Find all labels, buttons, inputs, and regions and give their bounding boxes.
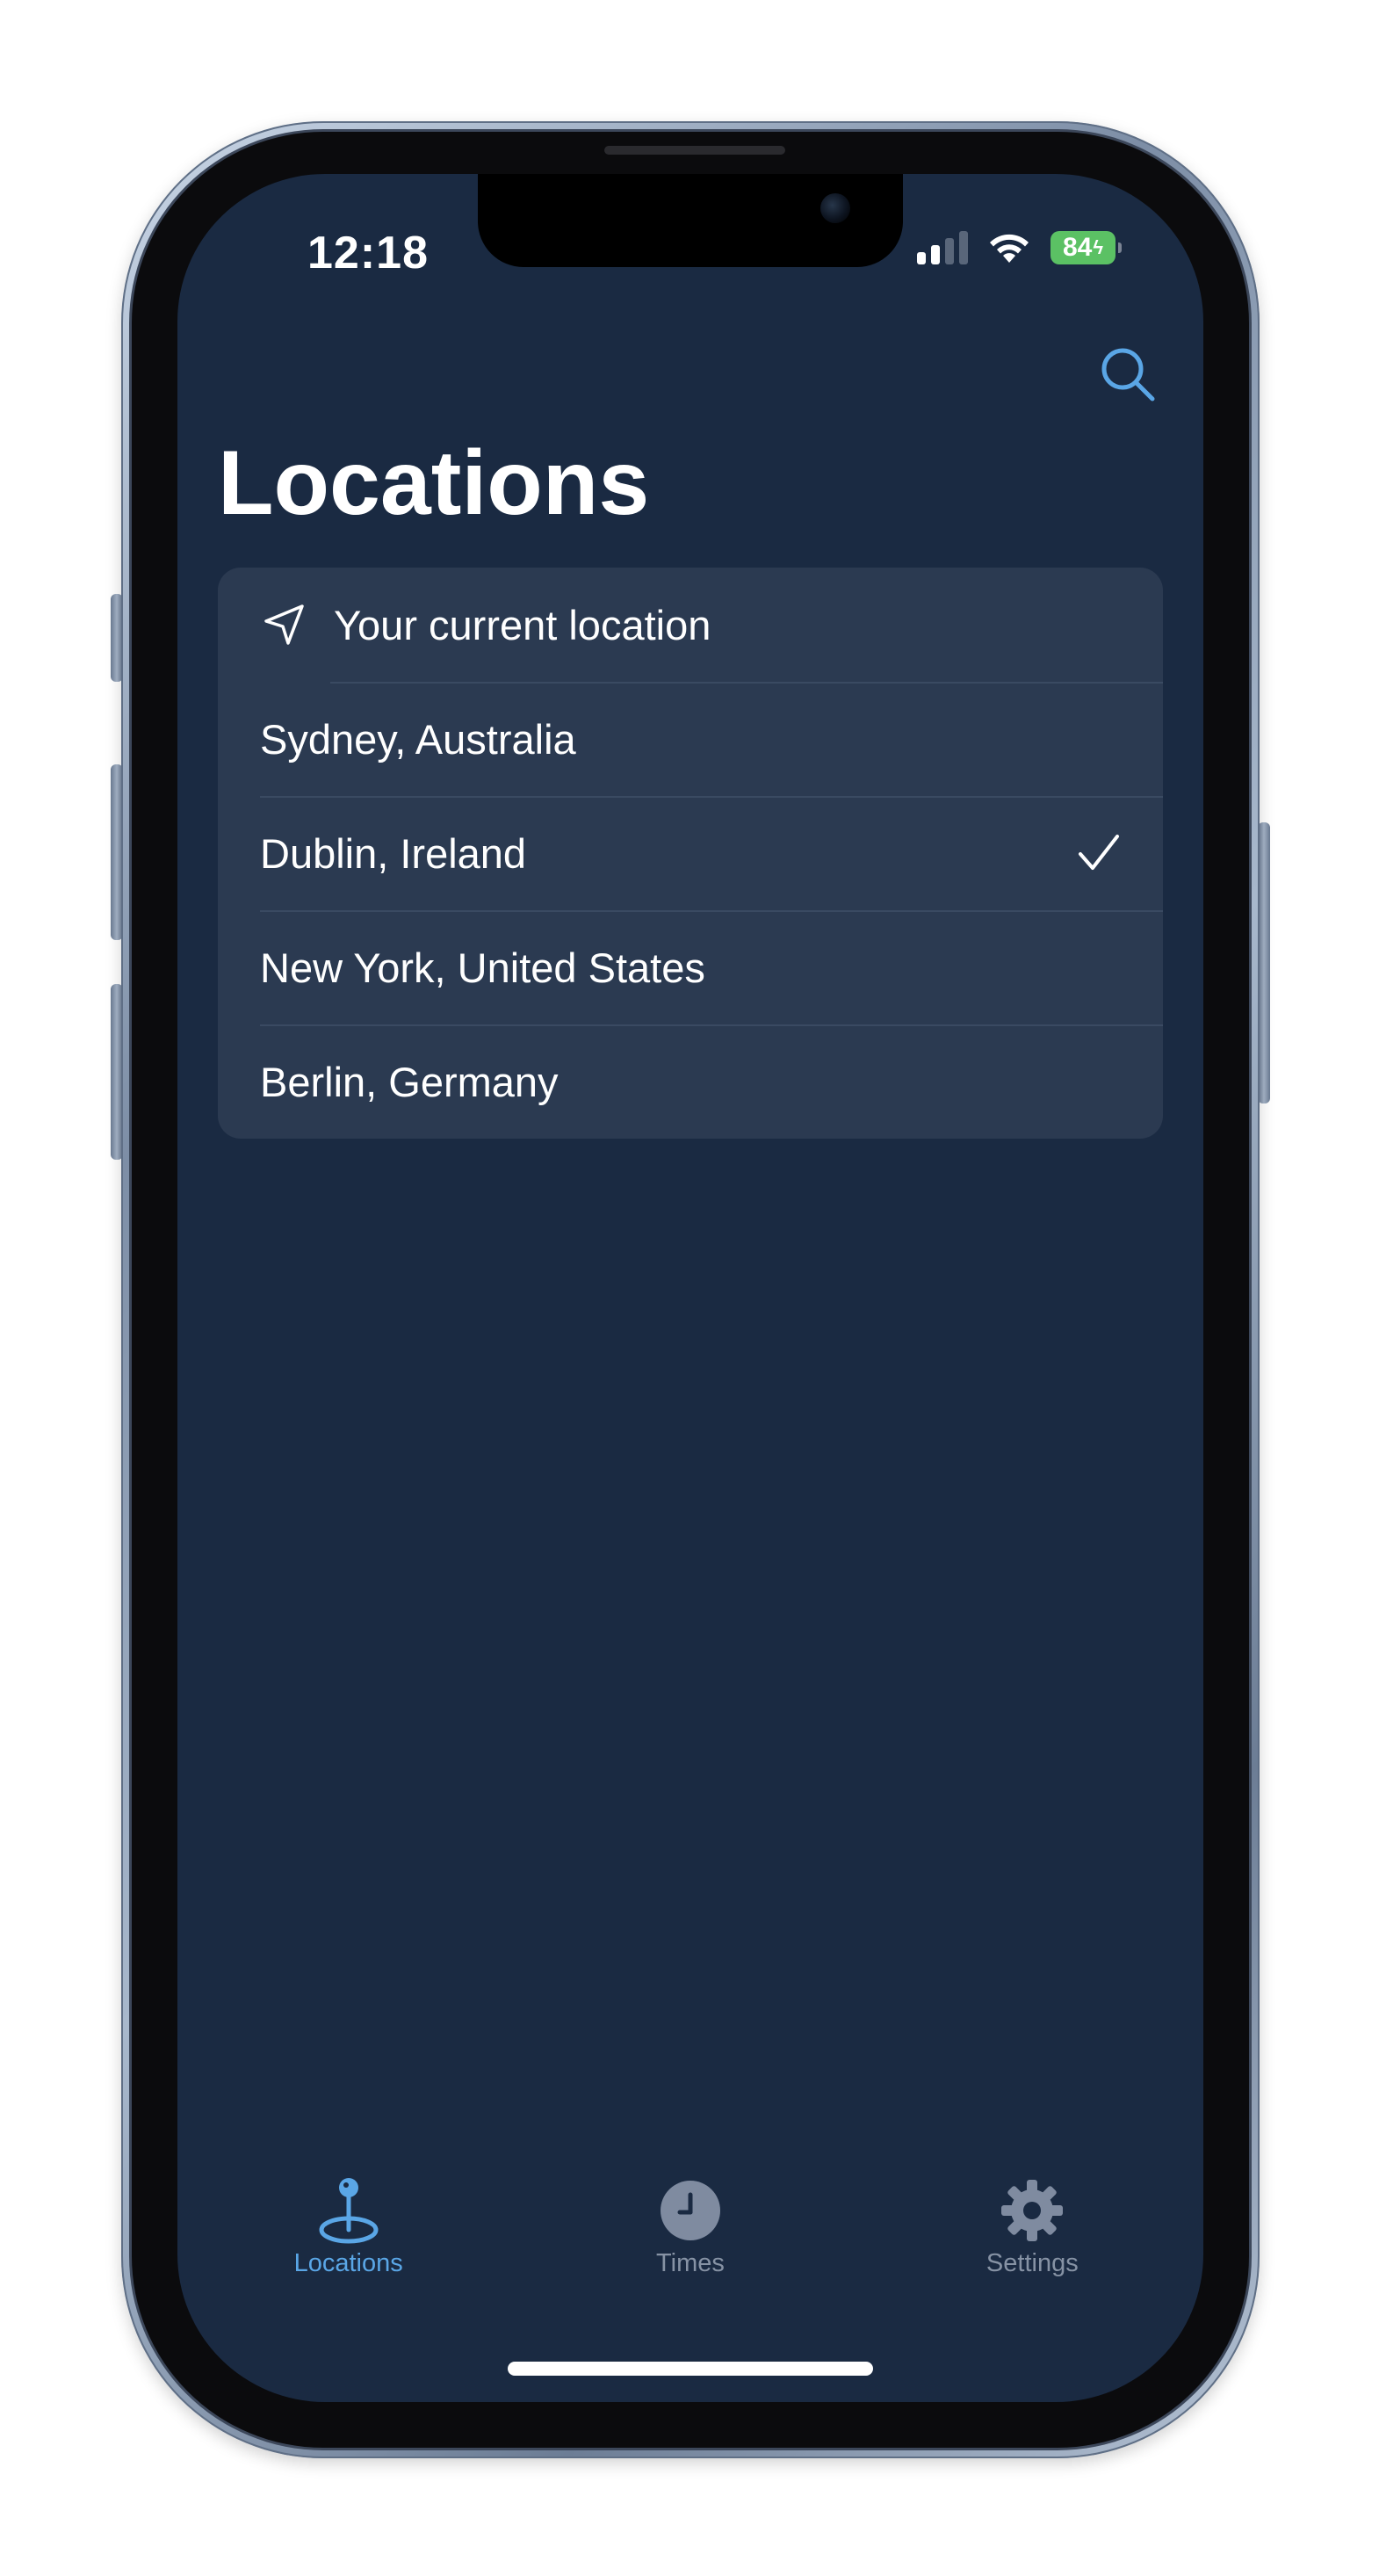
phone-power-button <box>1258 822 1270 1103</box>
location-row-new-york[interactable]: New York, United States <box>218 910 1163 1024</box>
current-location-row[interactable]: Your current location <box>218 568 1163 682</box>
tab-times[interactable]: Times <box>519 2175 861 2307</box>
tab-label: Locations <box>293 2249 403 2277</box>
search-icon <box>1101 348 1155 402</box>
tab-bar: Locations Times Settings <box>177 2175 1203 2307</box>
clock-icon <box>655 2175 726 2246</box>
location-label: New York, United States <box>260 944 705 991</box>
battery-level: 84 <box>1062 233 1093 262</box>
map-pin-icon <box>314 2175 384 2246</box>
current-location-label: Your current location <box>334 601 711 648</box>
cellular-signal-icon <box>917 231 968 264</box>
canvas: 12:18 84 ϟ Locations Your current locati… <box>0 0 1379 2576</box>
location-row-berlin[interactable]: Berlin, Germany <box>218 1024 1163 1139</box>
tab-label: Settings <box>986 2249 1079 2277</box>
earpiece-speaker <box>604 146 785 155</box>
location-row-dublin[interactable]: Dublin, Ireland <box>218 796 1163 910</box>
wifi-icon <box>990 234 1029 263</box>
locations-list: Your current location Sydney, Australia … <box>218 568 1163 1139</box>
location-label: Dublin, Ireland <box>260 829 527 877</box>
charging-bolt-icon: ϟ <box>1093 236 1104 258</box>
tab-label: Times <box>656 2249 725 2277</box>
gear-icon <box>997 2175 1067 2246</box>
notch <box>478 174 903 267</box>
search-button[interactable] <box>1094 341 1161 408</box>
status-icons: 84 ϟ <box>917 228 1122 267</box>
tab-settings[interactable]: Settings <box>862 2175 1203 2307</box>
home-indicator[interactable] <box>508 2362 873 2376</box>
location-row-sydney[interactable]: Sydney, Australia <box>218 682 1163 796</box>
battery-indicator: 84 ϟ <box>1050 231 1122 264</box>
page-title: Locations <box>218 432 650 534</box>
location-label: Berlin, Germany <box>260 1058 559 1105</box>
location-arrow-icon <box>260 600 309 649</box>
screen: 12:18 84 ϟ Locations Your current locati… <box>177 174 1203 2402</box>
checkmark-icon <box>1079 835 1119 870</box>
location-label: Sydney, Australia <box>260 715 576 763</box>
tab-locations[interactable]: Locations <box>177 2175 519 2307</box>
status-time: 12:18 <box>307 228 429 279</box>
front-camera <box>820 193 850 223</box>
